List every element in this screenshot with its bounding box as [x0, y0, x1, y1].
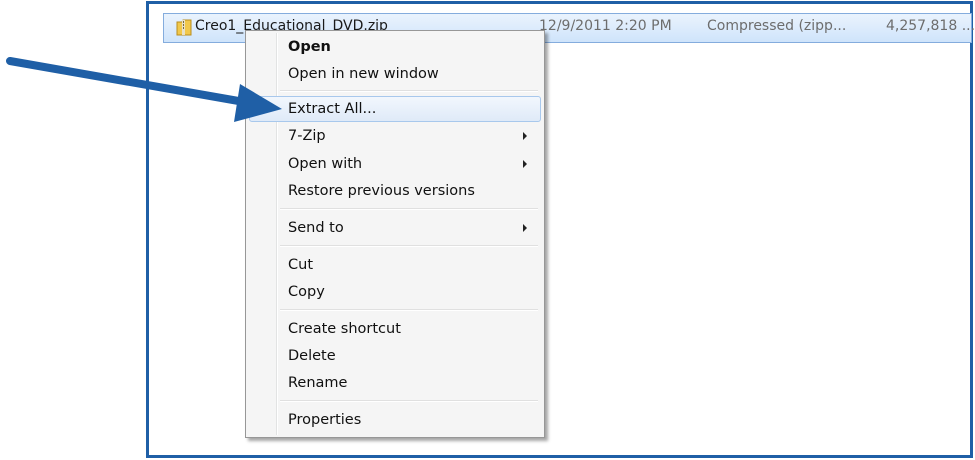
arrow-pointer-icon — [6, 57, 282, 122]
